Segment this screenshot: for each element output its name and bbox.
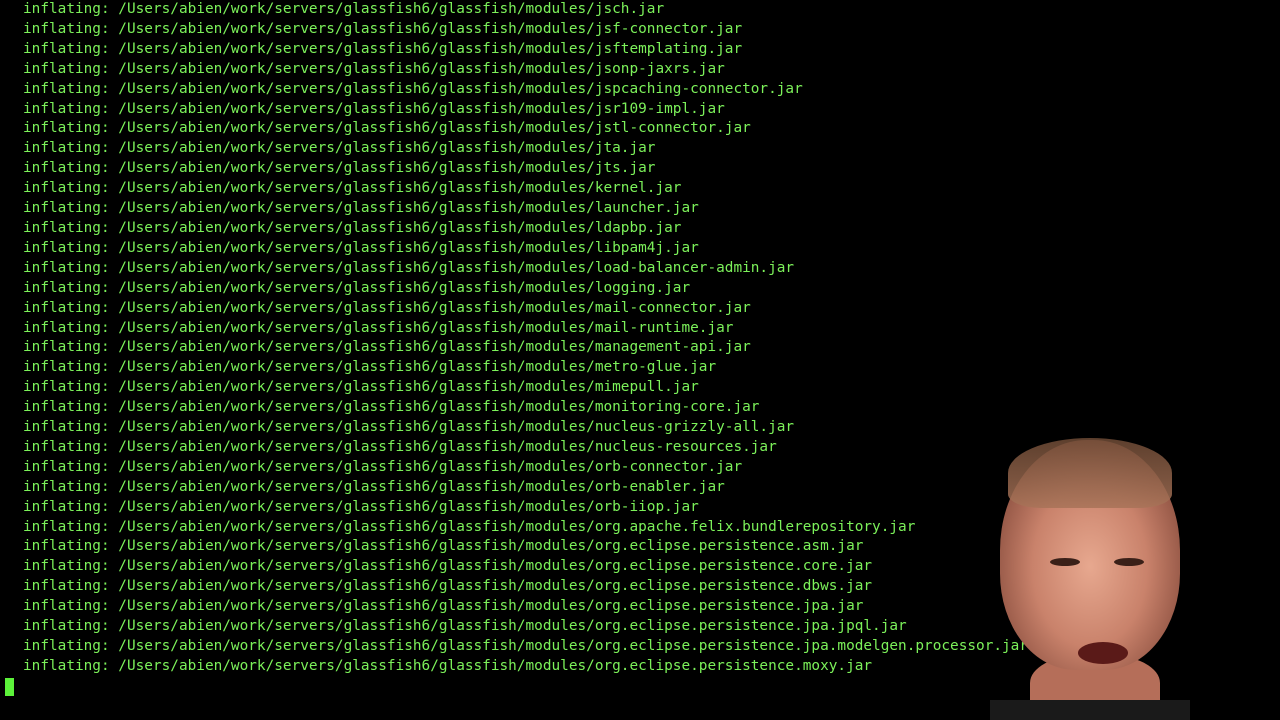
terminal-line: inflating: /Users/abien/work/servers/gla… [23,518,916,535]
terminal-line: inflating: /Users/abien/work/servers/gla… [23,279,691,296]
terminal-line: inflating: /Users/abien/work/servers/gla… [23,20,743,37]
terminal-line: inflating: /Users/abien/work/servers/gla… [23,100,725,117]
terminal-line: inflating: /Users/abien/work/servers/gla… [23,140,656,157]
terminal-line: inflating: /Users/abien/work/servers/gla… [23,180,682,197]
terminal-line: inflating: /Users/abien/work/servers/gla… [23,598,864,615]
terminal-line: inflating: /Users/abien/work/servers/gla… [23,239,699,256]
terminal-line: inflating: /Users/abien/work/servers/gla… [23,478,725,495]
terminal-line: inflating: /Users/abien/work/servers/gla… [23,160,656,177]
terminal-line: inflating: /Users/abien/work/servers/gla… [23,80,803,97]
terminal-line: inflating: /Users/abien/work/servers/gla… [23,319,734,336]
terminal-line: inflating: /Users/abien/work/servers/gla… [23,40,743,57]
terminal-window[interactable]: inflating: /Users/abien/work/servers/gla… [0,0,1280,720]
terminal-line: inflating: /Users/abien/work/servers/gla… [23,219,682,236]
terminal-line: inflating: /Users/abien/work/servers/gla… [23,120,751,137]
terminal-line: inflating: /Users/abien/work/servers/gla… [23,200,699,217]
presenter-shirt [990,700,1190,720]
presenter-hair [1008,438,1172,508]
terminal-line: inflating: /Users/abien/work/servers/gla… [23,638,1029,654]
terminal-line: inflating: /Users/abien/work/servers/gla… [23,1,665,17]
terminal-line: inflating: /Users/abien/work/servers/gla… [23,299,751,316]
terminal-line: inflating: /Users/abien/work/servers/gla… [23,438,777,455]
terminal-line: inflating: /Users/abien/work/servers/gla… [23,578,873,595]
terminal-line: inflating: /Users/abien/work/servers/gla… [23,359,717,376]
presenter-webcam-icon [990,430,1190,720]
terminal-line: inflating: /Users/abien/work/servers/gla… [23,399,760,416]
terminal-line: inflating: /Users/abien/work/servers/gla… [23,339,751,356]
terminal-line: inflating: /Users/abien/work/servers/gla… [23,458,743,475]
terminal-line: inflating: /Users/abien/work/servers/gla… [23,379,699,396]
terminal-line: inflating: /Users/abien/work/servers/gla… [23,538,864,555]
terminal-line: inflating: /Users/abien/work/servers/gla… [23,419,795,436]
terminal-line: inflating: /Users/abien/work/servers/gla… [23,498,699,515]
terminal-line: inflating: /Users/abien/work/servers/gla… [23,657,873,674]
terminal-line: inflating: /Users/abien/work/servers/gla… [23,60,725,77]
presenter-eye-left [1050,558,1080,566]
terminal-line: inflating: /Users/abien/work/servers/gla… [23,558,873,575]
text-cursor[interactable] [5,678,14,696]
presenter-eye-right [1114,558,1144,566]
presenter-mouth [1078,642,1128,664]
terminal-line: inflating: /Users/abien/work/servers/gla… [23,618,907,635]
terminal-output: inflating: /Users/abien/work/servers/gla… [23,0,1028,677]
terminal-line: inflating: /Users/abien/work/servers/gla… [23,259,795,276]
